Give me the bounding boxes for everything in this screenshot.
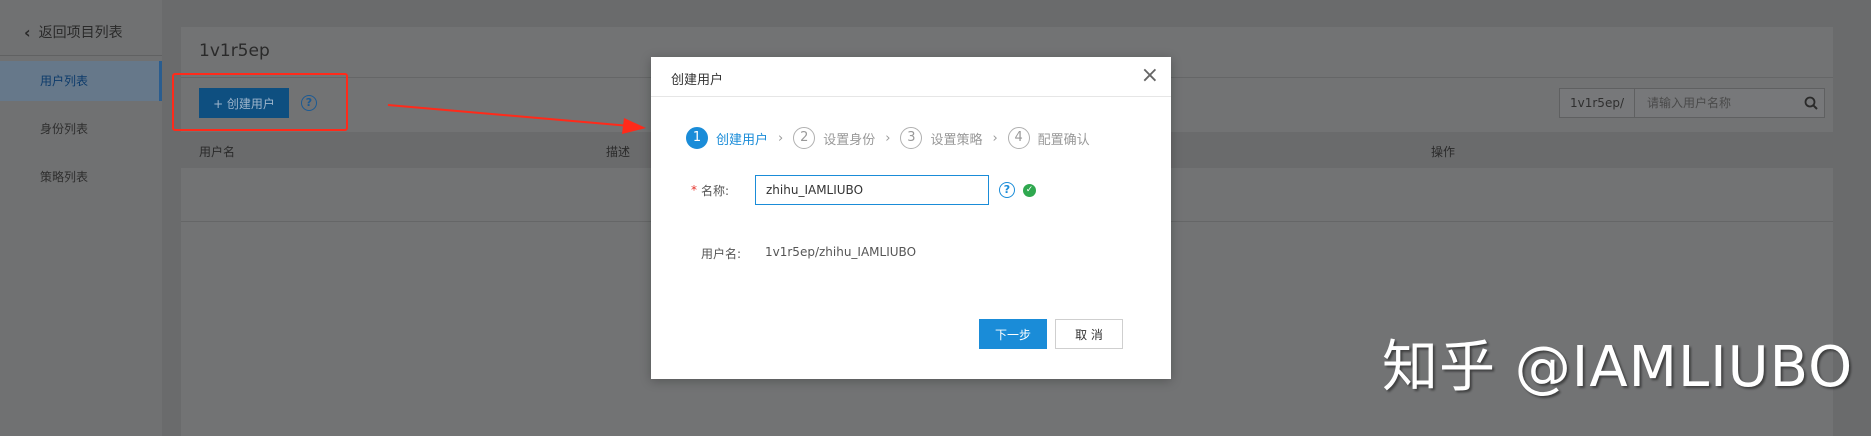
- chevron-right-icon: ›: [778, 130, 784, 146]
- required-marker: *: [691, 183, 697, 197]
- search-box: 1v1r5ep/: [1559, 88, 1825, 118]
- search-icon[interactable]: [1798, 89, 1824, 117]
- search-input[interactable]: [1634, 96, 1798, 110]
- username-label: 用户名:: [701, 247, 742, 261]
- step-number: 2: [793, 127, 816, 149]
- step-set-policy: 3 设置策略: [900, 127, 982, 149]
- sidebar-item-users[interactable]: 用户列表: [0, 61, 162, 101]
- project-title: 1v1r5ep: [199, 41, 270, 61]
- dialog-title: 创建用户: [671, 73, 724, 88]
- name-input[interactable]: [755, 175, 989, 205]
- column-header-description: 描述: [606, 145, 631, 159]
- check-icon: ✓: [1023, 183, 1036, 197]
- step-label: 设置策略: [930, 132, 983, 148]
- dialog-header: 创建用户 ×: [651, 57, 1171, 97]
- step-label: 设置身份: [823, 132, 876, 148]
- sidebar-divider: [0, 55, 162, 56]
- chevron-right-icon: ›: [992, 130, 998, 146]
- annotation-highlight-box: [172, 73, 348, 131]
- wizard-steps: 1 创建用户 › 2 设置身份 › 3 设置策略 › 4 配置确认: [686, 127, 1090, 149]
- column-header-username: 用户名: [199, 145, 236, 159]
- step-confirm: 4 配置确认: [1007, 127, 1090, 149]
- back-label: 返回项目列表: [38, 25, 123, 41]
- cancel-button[interactable]: 取 消: [1055, 319, 1123, 349]
- username-value: 1v1r5ep/zhihu_IAMLIUBO: [765, 245, 917, 259]
- chevron-right-icon: ›: [885, 130, 891, 146]
- next-button[interactable]: 下一步: [979, 319, 1047, 349]
- step-label: 创建用户: [716, 132, 769, 148]
- sidebar: ‹ 返回项目列表 用户列表 身份列表 策略列表: [0, 0, 162, 436]
- close-icon[interactable]: ×: [1141, 65, 1159, 87]
- username-preview-row: 用户名: 1v1r5ep/zhihu_IAMLIUBO: [701, 245, 916, 262]
- name-form-row: * 名称: ? ✓: [691, 175, 1036, 205]
- create-user-dialog: 创建用户 × 1 创建用户 › 2 设置身份 › 3 设置策略 › 4 配置确认…: [651, 57, 1171, 379]
- search-prefix: 1v1r5ep/: [1560, 89, 1635, 117]
- sidebar-item-policies[interactable]: 策略列表: [0, 157, 162, 197]
- step-number: 3: [900, 127, 923, 149]
- column-header-actions: 操作: [1431, 145, 1456, 159]
- step-set-identity: 2 设置身份: [793, 127, 875, 149]
- help-icon[interactable]: ?: [999, 182, 1015, 198]
- step-number: 4: [1007, 127, 1030, 149]
- step-label: 配置确认: [1037, 132, 1090, 148]
- step-number: 1: [686, 127, 708, 149]
- annotation-arrow: [387, 104, 646, 134]
- watermark: 知乎 @IAMLIUBO: [1382, 335, 1854, 400]
- back-to-projects-link[interactable]: ‹ 返回项目列表: [24, 22, 123, 42]
- step-create-user: 1 创建用户: [686, 127, 768, 149]
- sidebar-item-identities[interactable]: 身份列表: [0, 109, 162, 149]
- name-label: 名称:: [701, 183, 730, 198]
- chevron-left-icon: ‹: [24, 22, 31, 42]
